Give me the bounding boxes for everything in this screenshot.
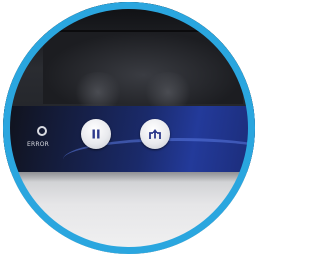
device-lower-housing: [3, 172, 255, 254]
control-panel: [3, 106, 255, 172]
error-indicator-light: [37, 126, 47, 136]
device-body: [3, 2, 255, 112]
pause-icon: [90, 128, 102, 140]
error-label: ERROR: [27, 141, 50, 148]
magnified-device-view: ERROR: [3, 2, 255, 254]
zoom-callout: ERROR: [0, 0, 257, 256]
pause-button[interactable]: [81, 119, 111, 149]
paper-slot: [43, 30, 243, 112]
eject-icon: [148, 127, 162, 141]
housing-shadow: [3, 172, 255, 182]
eject-button[interactable]: [140, 119, 170, 149]
